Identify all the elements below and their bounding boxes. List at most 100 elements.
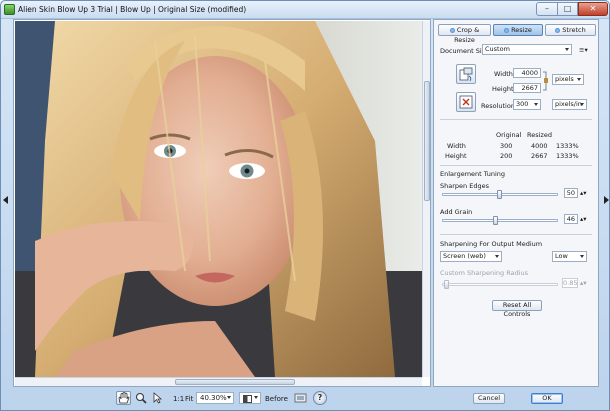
swap-orientation-icon[interactable]: [456, 64, 476, 84]
width-field[interactable]: 4000: [513, 68, 541, 78]
output-section-title: Sharpening For Output Medium: [440, 240, 543, 248]
tab-resize[interactable]: Resize: [493, 24, 543, 36]
chevron-down-icon: [580, 255, 584, 258]
preview-toolbar: 1:1 Fit 40.30% Before ?: [13, 388, 431, 410]
custom-radius-label: Custom Sharpening Radius: [440, 269, 529, 277]
height-field[interactable]: 2667: [513, 83, 541, 93]
width-label: Width: [494, 70, 513, 78]
application-window: Alien Skin Blow Up 3 Trial | Blow Up | O…: [0, 0, 610, 411]
compare-view-icon[interactable]: [293, 391, 308, 405]
document-size-select[interactable]: Custom: [482, 44, 572, 55]
preview-photo[interactable]: [15, 21, 422, 377]
chevron-down-icon: [580, 103, 584, 106]
preset-menu-icon[interactable]: ≡▾: [579, 46, 588, 54]
divider: [440, 234, 592, 235]
resolution-unit-select[interactable]: pixels/in: [552, 99, 587, 110]
add-grain-thumb[interactable]: [493, 216, 498, 225]
table-cell: 4000: [531, 142, 548, 150]
tab-crop-resize[interactable]: Crop & Resize: [438, 24, 491, 44]
reset-all-controls-button[interactable]: Reset All Controls: [492, 300, 542, 318]
window-title: Alien Skin Blow Up 3 Trial | Blow Up | O…: [18, 5, 247, 14]
table-cell: 300: [500, 142, 513, 150]
vertical-scrollbar[interactable]: [422, 21, 430, 377]
table-cell: 1333%: [556, 142, 579, 150]
pointer-tool-icon[interactable]: [150, 391, 165, 405]
minimize-button[interactable]: –: [536, 2, 558, 16]
divider: [440, 165, 592, 166]
chevron-down-icon: [227, 396, 231, 399]
output-medium-value: Screen (web): [443, 252, 486, 260]
resolution-select[interactable]: 300: [513, 99, 541, 110]
hand-tool-icon[interactable]: [116, 391, 131, 405]
table-cell: 1333%: [556, 152, 579, 160]
before-label: Before: [265, 395, 288, 403]
size-unit-select[interactable]: pixels: [552, 74, 584, 85]
chevron-down-icon: [565, 48, 569, 51]
settings-panel: Crop & Resize Resize Stretch Document Si…: [433, 19, 599, 387]
custom-radius-field: 0.85: [562, 278, 578, 288]
sharpening-strength-value: Low: [555, 252, 568, 260]
table-cell: 200: [500, 152, 513, 160]
sharpen-edges-thumb[interactable]: [497, 190, 502, 199]
table-header-original: Original: [496, 131, 522, 139]
tab-stretch[interactable]: Stretch: [545, 24, 596, 36]
add-grain-slider[interactable]: [442, 216, 558, 225]
stepper-icon[interactable]: ▴▾: [580, 189, 587, 197]
stepper-icon[interactable]: ▴▾: [580, 215, 587, 223]
table-cell: 2667: [531, 152, 548, 160]
output-medium-select[interactable]: Screen (web): [440, 251, 502, 262]
collapse-left-icon[interactable]: [3, 196, 8, 204]
table-header-resized: Resized: [527, 131, 552, 139]
tab-indicator-icon: [449, 27, 455, 33]
zoom-tool-icon[interactable]: [134, 391, 149, 405]
add-grain-label: Add Grain: [440, 208, 473, 216]
size-unit-value: pixels: [555, 75, 574, 83]
horizontal-scrollbar[interactable]: [15, 377, 422, 386]
zoom-level-value: 40.30%: [200, 394, 227, 402]
custom-radius-slider: [442, 280, 558, 289]
chevron-down-icon: [577, 78, 581, 81]
vertical-scroll-thumb[interactable]: [424, 81, 430, 201]
document-size-value: Custom: [485, 45, 510, 53]
split-view-select[interactable]: [239, 392, 261, 404]
tab-label: Stretch: [562, 26, 586, 34]
resolution-value: 300: [516, 100, 529, 108]
chevron-down-icon: [495, 255, 499, 258]
portrait-image: [15, 21, 422, 377]
resolution-label: Resolution: [481, 102, 515, 110]
close-button[interactable]: ✕: [578, 2, 608, 16]
app-icon: [4, 4, 15, 15]
horizontal-scroll-thumb[interactable]: [175, 379, 295, 385]
tab-label: Resize: [511, 26, 532, 34]
collapse-right-icon[interactable]: [604, 196, 609, 204]
title-bar[interactable]: Alien Skin Blow Up 3 Trial | Blow Up | O…: [1, 1, 609, 19]
fit-button[interactable]: Fit: [185, 395, 193, 403]
tab-indicator-icon: [555, 27, 561, 33]
constrain-proportions-icon[interactable]: [543, 70, 548, 92]
add-grain-field[interactable]: 46: [564, 214, 578, 224]
resolution-unit-value: pixels/in: [555, 100, 582, 108]
image-preview-pane: [13, 19, 431, 387]
stepper-icon: ▴▾: [580, 279, 587, 287]
ok-button[interactable]: OK: [531, 393, 563, 404]
custom-radius-thumb: [444, 280, 449, 289]
reset-size-icon[interactable]: [456, 92, 476, 112]
tab-indicator-icon: [504, 27, 510, 33]
enlargement-section-title: Enlargement Tuning: [440, 170, 506, 178]
cancel-button[interactable]: Cancel: [473, 393, 505, 404]
help-icon[interactable]: ?: [313, 391, 327, 405]
sharpen-edges-label: Sharpen Edges: [440, 182, 489, 190]
table-row-label: Width: [447, 142, 466, 150]
chevron-down-icon: [254, 396, 258, 399]
tab-label: Crop & Resize: [454, 26, 480, 44]
divider: [440, 119, 592, 120]
sharpen-edges-slider[interactable]: [442, 190, 558, 199]
height-label: Height: [492, 85, 514, 93]
maximize-button[interactable]: □: [558, 2, 578, 16]
chevron-down-icon: [534, 103, 538, 106]
dialog-buttons: Cancel OK: [433, 388, 599, 410]
sharpen-edges-field[interactable]: 50: [564, 188, 578, 198]
actual-size-button[interactable]: 1:1: [173, 395, 184, 403]
sharpening-strength-select[interactable]: Low: [552, 251, 587, 262]
zoom-level-select[interactable]: 40.30%: [196, 392, 234, 404]
